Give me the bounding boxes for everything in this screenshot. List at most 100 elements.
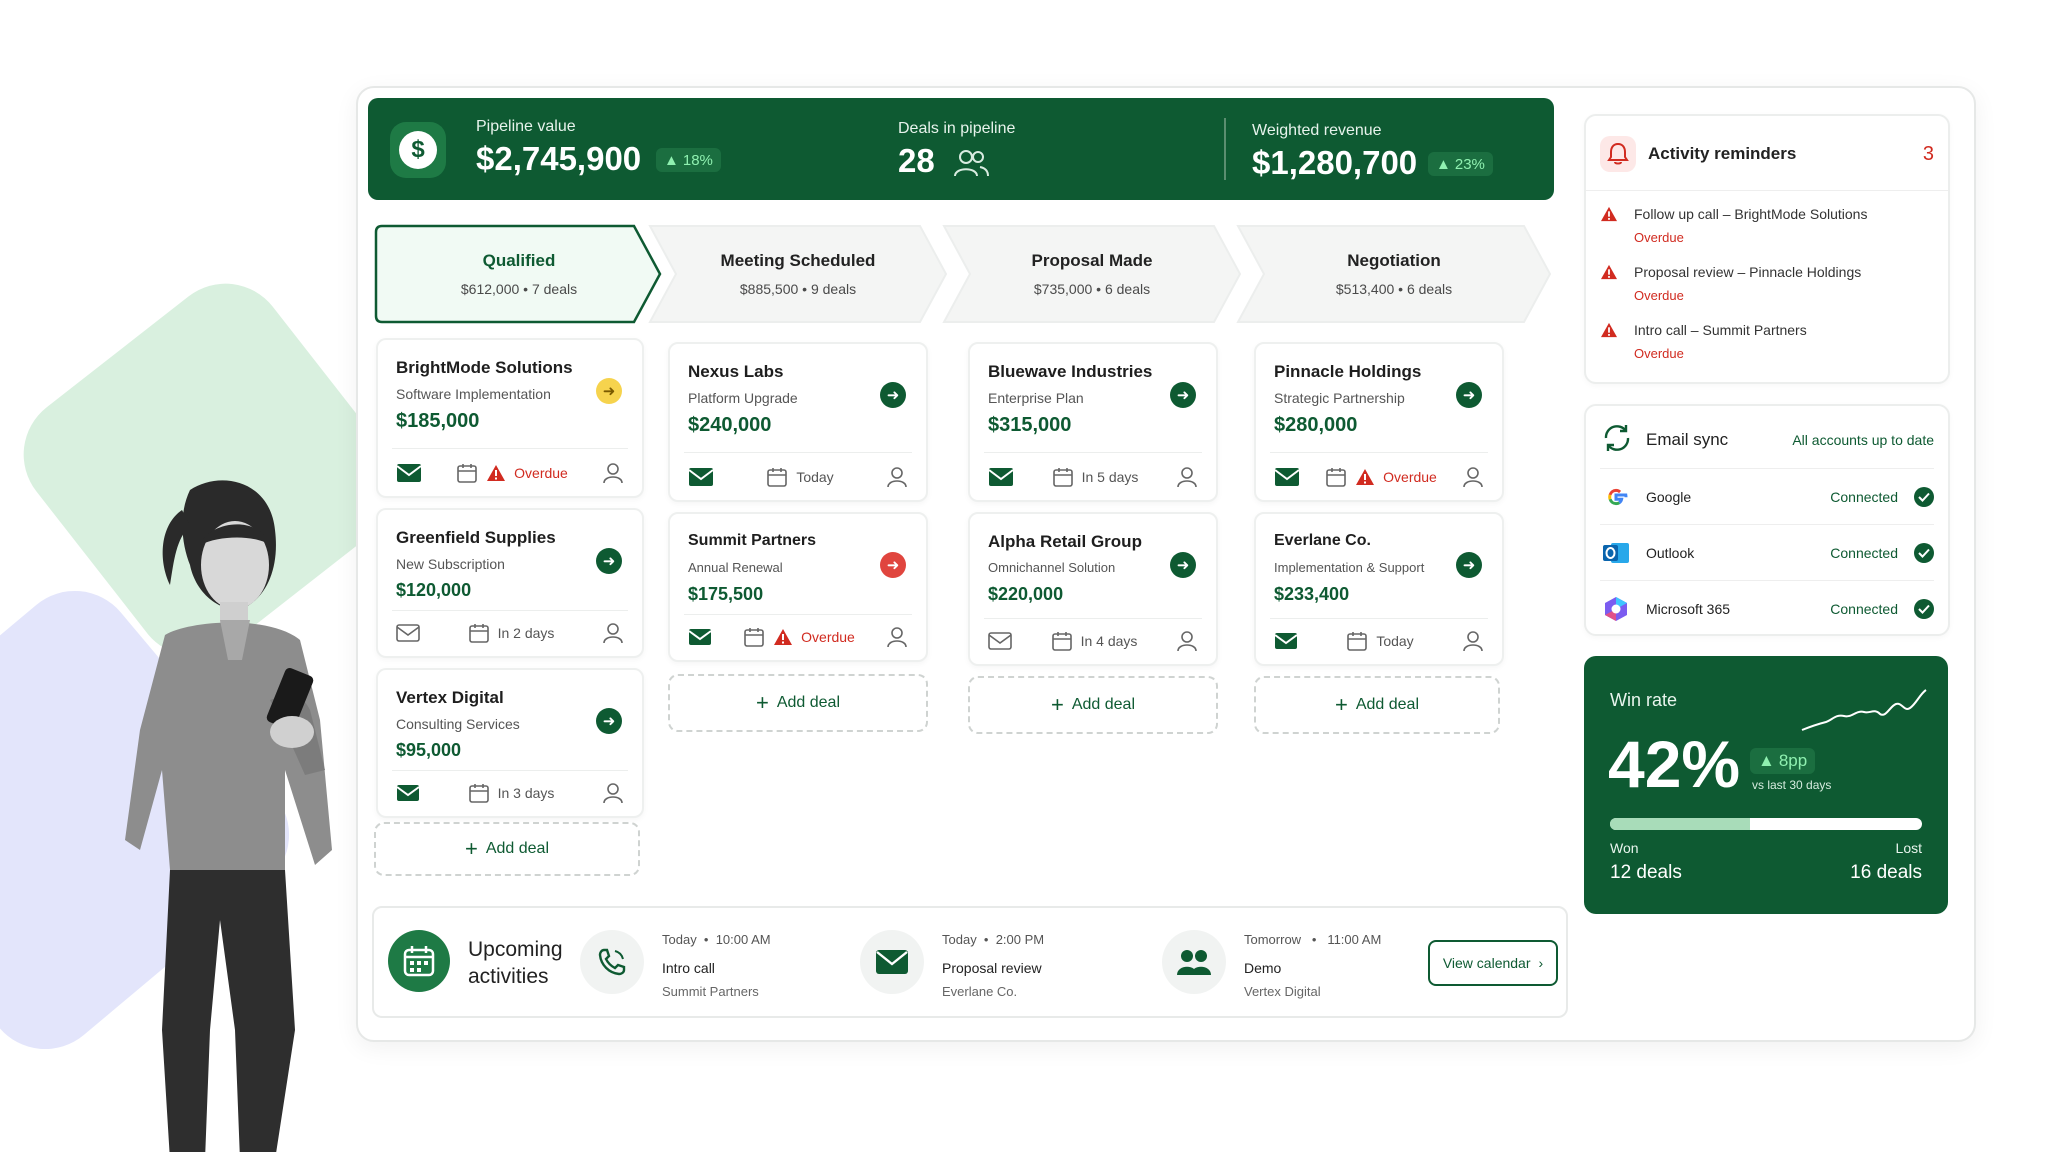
deal-company: Nexus Labs (688, 362, 784, 381)
deal-company: Summit Partners (688, 532, 817, 549)
deal-card-alpha-retail-group[interactable]: Alpha Retail Group Omnichannel Solution … (968, 512, 1218, 666)
arrow-right-icon[interactable]: ➜ (880, 382, 906, 408)
deal-card-footer: Overdue (688, 622, 908, 652)
stage-chevron-shape (374, 224, 662, 324)
deal-card-greenfield-supplies[interactable]: Greenfield Supplies New Subscription $12… (376, 508, 644, 658)
user-icon[interactable] (1176, 466, 1198, 488)
deal-card-footer: Today (1274, 626, 1484, 656)
card-divider (392, 770, 628, 771)
deal-amount: $220,000 (988, 584, 1064, 604)
stage-chevron-shape (1236, 225, 1552, 323)
outlook-logo-icon (1600, 537, 1632, 569)
deal-company: Pinnacle Holdings (1274, 362, 1422, 381)
arrow-right-icon[interactable]: ➜ (1170, 552, 1196, 578)
activity-when: Tomorrow • 11:00 AM (1244, 932, 1382, 947)
deal-card-everlane-co[interactable]: Everlane Co. Implementation & Support $2… (1254, 512, 1504, 666)
calendar-icon (456, 462, 478, 484)
upcoming-title: Upcoming activities (468, 938, 563, 988)
arrow-right-icon[interactable]: ➜ (1456, 382, 1482, 408)
stage-tab-meeting-scheduled[interactable]: Meeting Scheduled $885,500 • 9 deals (648, 224, 948, 324)
arrow-right-icon[interactable]: ➜ (596, 548, 622, 574)
dollar-coin-icon: $ (390, 122, 446, 178)
sync-icon (1600, 421, 1634, 460)
arrow-right-icon[interactable]: ➜ (596, 378, 622, 404)
view-calendar-button[interactable]: View calendar › (1428, 940, 1558, 986)
mail-outline-icon[interactable] (396, 624, 420, 642)
user-icon[interactable] (1176, 630, 1198, 652)
deal-company: Alpha Retail Group (988, 532, 1142, 551)
deal-product: Strategic Partnership (1274, 390, 1405, 406)
deal-card-vertex-digital[interactable]: Vertex Digital Consulting Services $95,0… (376, 668, 644, 818)
arrow-right-icon[interactable]: ➜ (1170, 382, 1196, 408)
add-deal-button-qualified[interactable]: + Add deal (374, 822, 640, 876)
deal-card-brightmode-solutions[interactable]: BrightMode Solutions Software Implementa… (376, 338, 644, 498)
chevron-right-icon: › (1538, 955, 1544, 971)
mail-icon[interactable] (396, 463, 422, 483)
account-row-microsoft-365[interactable]: Microsoft 365 Connected (1600, 580, 1934, 636)
deal-card-footer: In 3 days (396, 778, 624, 808)
win-rate-label: Win rate (1610, 690, 1678, 710)
warning-icon (1600, 322, 1618, 343)
email-sync-header: Email sync All accounts up to date (1600, 420, 1934, 460)
mail-icon[interactable] (1274, 467, 1300, 487)
deal-due: Overdue (1325, 466, 1437, 488)
deal-due: In 3 days (468, 782, 554, 804)
deal-due: In 2 days (468, 622, 554, 644)
user-icon[interactable] (886, 626, 908, 648)
email-sync-title: Email sync (1646, 430, 1729, 449)
stage-tab-qualified[interactable]: Qualified $612,000 • 7 deals (374, 224, 664, 324)
account-row-outlook[interactable]: Outlook Connected (1600, 524, 1934, 580)
add-deal-button-negotiation[interactable]: + Add deal (1254, 676, 1500, 734)
deal-card-summit-partners[interactable]: Summit Partners Annual Renewal $175,500 … (668, 512, 928, 662)
plus-icon: + (755, 690, 769, 715)
add-deal-button-proposal-made[interactable]: + Add deal (968, 676, 1218, 734)
card-divider (392, 610, 628, 611)
arrow-right-icon[interactable]: ➜ (1456, 552, 1482, 578)
deal-due: Overdue (743, 626, 855, 648)
reminder-item[interactable]: Follow up call – BrightMode Solutions Ov… (1600, 206, 1934, 254)
deal-card-nexus-labs[interactable]: Nexus Labs Platform Upgrade $240,000 ➜ T… (668, 342, 928, 502)
warning-icon (486, 464, 506, 482)
stage-meta: $735,000 • 6 deals (1033, 281, 1151, 297)
deal-company: BrightMode Solutions (396, 358, 573, 377)
card-divider (984, 452, 1202, 453)
deal-card-pinnacle-holdings[interactable]: Pinnacle Holdings Strategic Partnership … (1254, 342, 1504, 502)
user-icon[interactable] (602, 782, 624, 804)
mail-icon[interactable] (396, 784, 420, 802)
account-row-google[interactable]: Google Connected (1600, 468, 1934, 524)
page: $ Pipeline value $2,745,900 ▲ 18% Deals i… (0, 0, 2048, 1152)
mail-outline-icon[interactable] (988, 632, 1012, 650)
stage-tab-negotiation[interactable]: Negotiation $513,400 • 6 deals (1236, 224, 1552, 324)
deal-card-bluewave-industries[interactable]: Bluewave Industries Enterprise Plan $315… (968, 342, 1218, 502)
deal-card-footer: Today (688, 462, 908, 492)
mail-icon[interactable] (1274, 632, 1298, 650)
mail-icon[interactable] (688, 628, 712, 646)
stage-meta: $885,500 • 9 deals (739, 281, 857, 297)
arrow-right-icon[interactable]: ➜ (880, 552, 906, 578)
deal-product: Platform Upgrade (688, 390, 798, 406)
mail-icon[interactable] (688, 467, 714, 487)
user-icon[interactable] (1462, 466, 1484, 488)
reminder-item[interactable]: Intro call – Summit Partners Overdue (1600, 322, 1934, 370)
win-rate-value: 42% (1608, 727, 1741, 801)
stage-meta: $513,400 • 6 deals (1335, 281, 1453, 297)
add-deal-button-meeting-scheduled[interactable]: + Add deal (668, 674, 928, 732)
deal-product: Consulting Services (396, 716, 520, 732)
user-icon[interactable] (602, 622, 624, 644)
stage-tab-proposal-made[interactable]: Proposal Made $735,000 • 6 deals (942, 224, 1242, 324)
reminders-divider (1586, 190, 1948, 191)
check-icon (1914, 542, 1934, 563)
people-icon (1162, 930, 1226, 994)
deal-card-footer: Overdue (1274, 462, 1484, 492)
deal-due: Today (1346, 630, 1414, 652)
stage-name: Meeting Scheduled (720, 251, 876, 270)
deal-amount: $95,000 (396, 740, 462, 760)
user-icon[interactable] (1462, 630, 1484, 652)
calendar-icon (1346, 630, 1368, 652)
arrow-right-icon[interactable]: ➜ (596, 708, 622, 734)
user-icon[interactable] (602, 462, 624, 484)
mail-icon[interactable] (988, 467, 1014, 487)
reminder-item[interactable]: Proposal review – Pinnacle Holdings Over… (1600, 264, 1934, 312)
activity-when: Today • 10:00 AM (662, 932, 771, 947)
user-icon[interactable] (886, 466, 908, 488)
